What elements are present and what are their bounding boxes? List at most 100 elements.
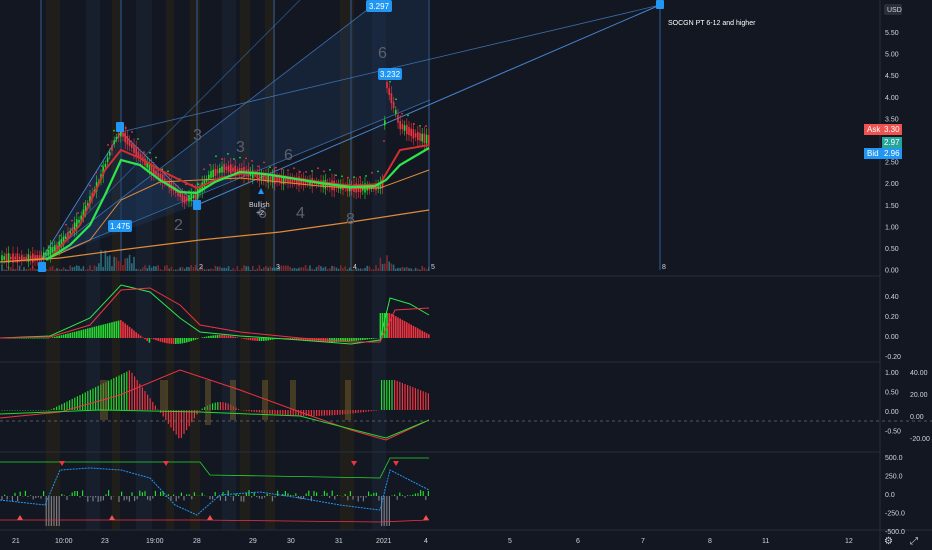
volume-bar (386, 255, 388, 271)
signal-dot (377, 170, 379, 173)
cci-bar (4, 494, 6, 496)
osc-bar (178, 410, 180, 439)
osc-tick-left: 0.00 (885, 409, 899, 416)
osc-bar (362, 410, 364, 413)
volume-bar (69, 265, 71, 271)
cci-bar (201, 492, 203, 496)
macd-bar (351, 338, 353, 342)
candle-body (148, 164, 151, 171)
macd-bar (212, 335, 214, 338)
volume-bar (410, 268, 412, 271)
volume-bar (326, 269, 329, 271)
gear-icon[interactable]: ⚙ (884, 536, 893, 547)
volume-bar (258, 265, 261, 271)
macd-bar (23, 338, 25, 339)
price-tick: 0.50 (885, 246, 899, 253)
macd-bar (236, 337, 239, 338)
cci-bar (19, 491, 21, 496)
price-tick: 4.50 (885, 73, 899, 80)
osc-bar (92, 388, 94, 410)
cci-bar (219, 496, 221, 501)
osc-bar (339, 410, 341, 415)
trading-chart[interactable]: 2 3 3 6 4 6 8 6 2 3 4 5 8 3.297 3.232 1.… (0, 0, 932, 550)
osc-band (160, 380, 168, 410)
cci-bar (84, 496, 86, 497)
macd-bar (216, 335, 219, 338)
cci-tick: 500.0 (885, 455, 903, 462)
cci-bar (414, 493, 416, 496)
time-label: 11 (762, 538, 769, 545)
time-label: 21 (12, 538, 20, 545)
cci-bar (175, 496, 177, 502)
signal-dot (365, 175, 367, 177)
candle-body (419, 132, 421, 141)
signal-dot (395, 98, 397, 101)
volume-bar (320, 266, 322, 271)
volume-bar (54, 269, 56, 271)
osc-bar (427, 393, 429, 410)
cci-bar (238, 494, 240, 496)
cci-bar (147, 496, 149, 500)
volume-bar (62, 267, 65, 271)
osc-bar (383, 380, 385, 410)
volume-bar (73, 266, 76, 271)
osc-bar (417, 389, 419, 410)
osc-bar (30, 410, 32, 411)
cci-bar (344, 494, 346, 496)
volume-bar (172, 269, 175, 271)
cci-bar (417, 493, 419, 496)
macd-bar (106, 323, 109, 338)
cci-bar (305, 493, 307, 496)
osc-bar (131, 372, 133, 410)
volume-bar (329, 268, 331, 271)
cci-bar (360, 496, 362, 498)
osc-bar (69, 400, 71, 410)
osc-bar (63, 402, 65, 410)
candle-body (23, 256, 25, 260)
volume-bar (357, 268, 360, 271)
osc-bar (331, 410, 333, 416)
macd-bar (87, 328, 89, 338)
candle-body (186, 197, 188, 202)
osc-bar (323, 410, 325, 416)
osc-bar (141, 387, 143, 410)
volume-bar (139, 269, 142, 271)
candle-body (135, 147, 137, 156)
osc-bar (97, 385, 99, 410)
volume-bar (232, 268, 234, 271)
volume-bar (122, 265, 124, 271)
candle-body (183, 195, 186, 204)
osc-bar (186, 410, 188, 431)
volume-bar (135, 268, 137, 271)
osc-bar (258, 410, 260, 413)
cci-bar (274, 496, 276, 498)
cci-bar (409, 495, 411, 496)
signal-dot (113, 129, 115, 132)
signal-dot (335, 174, 337, 177)
volume-bar (216, 266, 219, 271)
volume-bar (58, 268, 60, 271)
macd-bar (186, 338, 188, 343)
svg-text:2: 2 (174, 217, 183, 234)
volume-bar (263, 267, 265, 271)
osc-bar (1, 410, 3, 411)
macd-bar (399, 318, 401, 338)
candle-body (122, 132, 124, 137)
volume-bar (225, 268, 228, 271)
candle-body (179, 193, 181, 198)
macd-bar (252, 338, 254, 341)
volume-bar (324, 266, 327, 271)
candle-body (408, 126, 410, 136)
candle-body (386, 81, 388, 89)
expand-icon[interactable]: ⤢ (910, 536, 918, 547)
cci-bar (240, 496, 242, 502)
macd-bar (25, 338, 27, 339)
volume-bar (388, 261, 390, 271)
macd-bar (82, 329, 85, 338)
candle-body (133, 144, 135, 153)
candle-body (388, 88, 390, 95)
osc-bar (388, 380, 390, 410)
osc-bar (193, 410, 195, 419)
cci-bar (160, 491, 162, 496)
cci-bar (37, 496, 39, 498)
